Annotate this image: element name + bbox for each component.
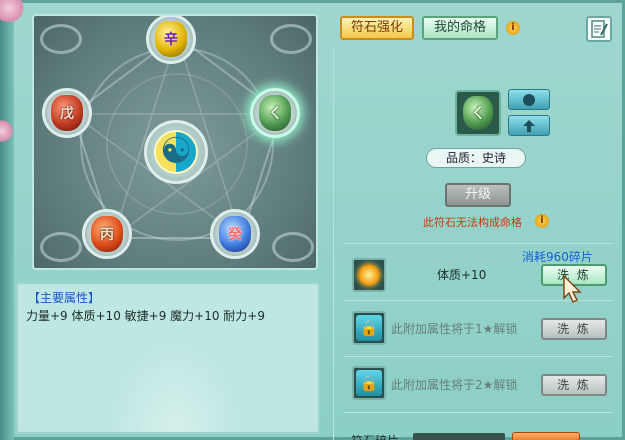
main-attributes-values: 力量+9 体质+10 敏捷+9 魔力+10 耐力+9 (26, 309, 265, 323)
section-divider (344, 412, 612, 413)
rune-slot-right-selected[interactable]: ㄑ (250, 88, 300, 138)
notebook-button[interactable] (586, 16, 612, 42)
warning-info-icon[interactable]: i (535, 214, 549, 228)
yin-yang-icon: ☯ (154, 130, 198, 174)
info-icon[interactable]: i (506, 21, 520, 35)
rune-warning-text: 此符石无法构成命格 (423, 216, 522, 229)
rune-center-slot[interactable]: ☯ (144, 120, 208, 184)
lock-icon: 🔒 (356, 370, 382, 396)
rune-slot-bottom-left[interactable]: 丙 (82, 209, 132, 259)
selected-rune-slot: ㄑ (455, 90, 501, 136)
locked-slot-1: 🔒 (352, 311, 386, 345)
refine-button-3[interactable]: 洗 炼 (541, 374, 607, 396)
bing-rune-gem-icon: 丙 (91, 216, 123, 252)
section-divider (344, 356, 612, 357)
arrow-up-icon (523, 119, 535, 132)
main-attributes-panel: 【主要属性】 力量+9 体质+10 敏捷+9 魔力+10 耐力+9 (16, 282, 320, 434)
notebook-edit-icon (591, 20, 608, 38)
panel-divider (333, 48, 334, 440)
locked-slot-2: 🔒 (352, 366, 386, 400)
rune-star-map: 辛 戊 ㄑ 丙 癸 ☯ (32, 14, 318, 270)
cloud-ornament (40, 232, 82, 262)
rune-upload-button[interactable] (508, 115, 550, 136)
refine-cost-text: 消耗960碎片 (522, 250, 593, 264)
selected-green-rune-icon: ㄑ (463, 96, 493, 130)
window-left-edge (0, 0, 14, 440)
main-attributes-title: 【主要属性】 (28, 291, 101, 305)
gui-rune-gem-icon: 癸 (219, 216, 251, 252)
rune-slot-left[interactable]: 戊 (42, 88, 92, 138)
rune-slot-top[interactable]: 辛 (146, 16, 196, 64)
mouse-cursor-icon (563, 274, 582, 304)
rune-quality-label: 品质：史诗 (426, 148, 526, 168)
rune-fragment-label: 符石碎片 (351, 432, 399, 440)
wu-rune-gem-icon: 戊 (51, 95, 83, 131)
upgrade-button[interactable]: 升级 (445, 183, 511, 207)
lotus-watermark-icon (110, 342, 240, 432)
refine-row-1-text: 体质+10 (437, 268, 487, 282)
moon-swap-icon (523, 93, 535, 106)
cloud-ornament (270, 24, 312, 54)
refine-row-2-text: 此附加属性将于1★解锁 (391, 322, 518, 336)
tab-rune-enhance[interactable]: 符石强化 (340, 16, 414, 40)
tab-my-destiny[interactable]: 我的命格 (422, 16, 498, 40)
cloud-ornament (40, 24, 82, 54)
green-rune-gem-icon: ㄑ (259, 95, 291, 131)
sun-attribute-icon (358, 264, 380, 286)
lock-icon: 🔒 (356, 315, 382, 341)
rune-fragment-count-field (413, 433, 505, 440)
refine-row-3-text: 此附加属性将于2★解锁 (391, 378, 518, 392)
attribute-sun-slot (352, 258, 386, 292)
rune-switch-button[interactable] (508, 89, 550, 110)
refine-button-2[interactable]: 洗 炼 (541, 318, 607, 340)
cloud-ornament (272, 232, 314, 262)
rune-slot-bottom-right[interactable]: 癸 (210, 209, 260, 259)
fragment-action-button[interactable] (512, 432, 580, 440)
xin-rune-gem-icon: 辛 (155, 21, 187, 57)
section-divider (344, 243, 612, 244)
